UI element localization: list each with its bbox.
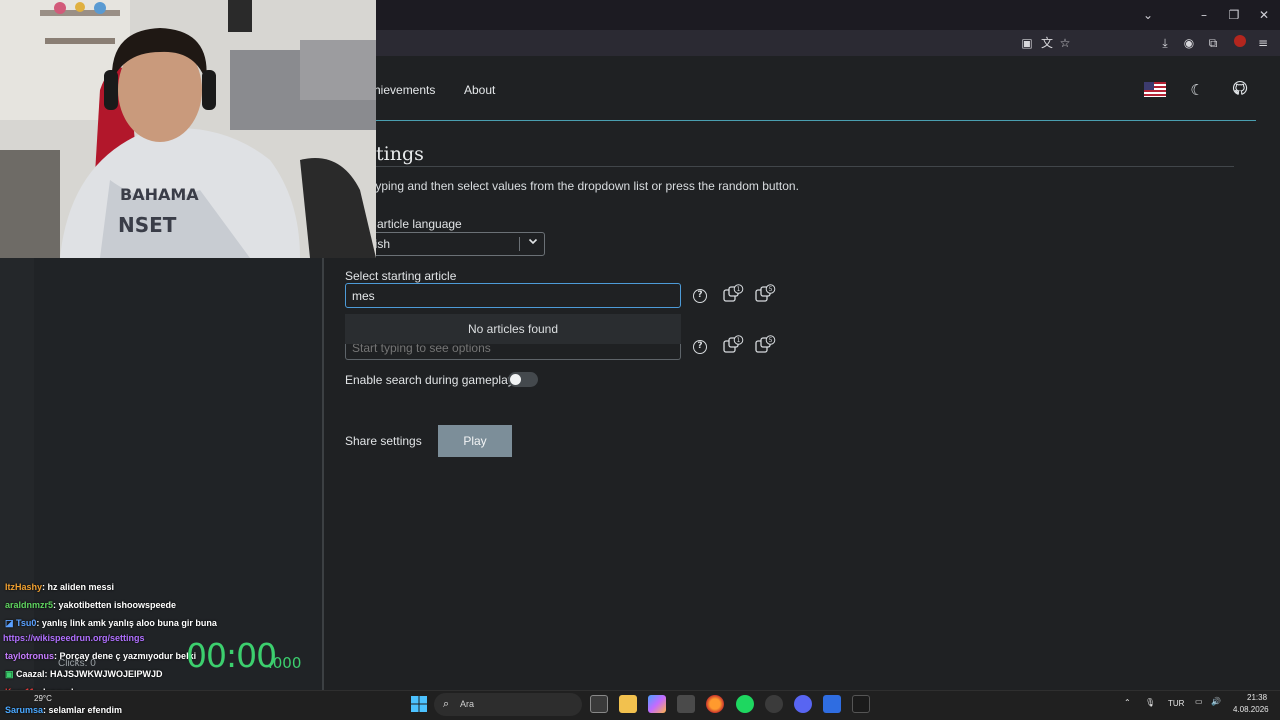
clock-date[interactable]: 4.08.2026 xyxy=(1233,705,1269,714)
help-icon[interactable]: ? xyxy=(693,340,707,354)
webcam-overlay: BAHAMA NSET xyxy=(0,0,376,258)
chat-username: Caazal xyxy=(16,669,45,679)
reader-mode-icon[interactable]: ▣ xyxy=(1018,34,1036,52)
tray-overflow-icon[interactable]: ⌃ xyxy=(1124,698,1131,707)
play-button[interactable]: Play xyxy=(438,425,512,457)
page-title: tings xyxy=(376,143,424,165)
discord-icon[interactable] xyxy=(794,695,812,713)
search-icon: ⌕ xyxy=(443,698,450,710)
dice-count: 1 xyxy=(737,286,741,293)
flag-us-icon[interactable] xyxy=(1144,82,1166,97)
chat-username: Sarumsa xyxy=(5,705,44,715)
chat-text: : yanlış link amk yanlış aloo buna gir b… xyxy=(36,618,217,628)
select-separator xyxy=(519,237,520,251)
chat-message: ItzHashy: hz aliden messi xyxy=(5,582,114,592)
no-results-message: No articles found xyxy=(467,322,559,336)
settings-description: typing and then select values from the d… xyxy=(372,179,799,193)
weather-text: 29°C xyxy=(34,694,52,703)
help-icon[interactable]: ? xyxy=(693,289,707,303)
chat-message: https://wikispeedrun.org/settings xyxy=(3,633,145,643)
mod-badge-icon: ▣ xyxy=(5,669,17,679)
speedrun-timer-ms: .000 xyxy=(268,654,302,672)
account-icon[interactable]: ◉ xyxy=(1180,34,1198,52)
menu-icon[interactable]: ≡ xyxy=(1254,34,1272,52)
language-label: article language xyxy=(377,217,462,231)
chat-username: taylotronus xyxy=(5,651,55,661)
toggle-knob xyxy=(510,374,521,385)
moon-icon[interactable]: ☾ xyxy=(1187,80,1207,100)
chat-message: taylotronus: Porçay dene ç yazmıyodur be… xyxy=(5,651,196,661)
dice-count: 5 xyxy=(769,286,773,293)
chat-text: : HAJSJWKWJWOJEIPWJD xyxy=(44,669,163,679)
downloads-icon[interactable]: ⤓ xyxy=(1156,34,1174,52)
translate-icon[interactable]: 文 xyxy=(1038,34,1056,52)
chat-text: : Porçay dene ç yazmıyodur belki xyxy=(54,651,197,661)
obs-icon[interactable] xyxy=(852,695,870,713)
firefox-icon[interactable] xyxy=(706,695,724,713)
minimize-button[interactable]: – xyxy=(1194,6,1214,24)
spotify-icon[interactable] xyxy=(736,695,754,713)
extensions-icon[interactable]: ⧉ xyxy=(1204,34,1222,52)
random-dice-5-icon[interactable]: 5 xyxy=(754,283,776,305)
file-explorer-icon[interactable] xyxy=(619,695,637,713)
chat-username: Tsu0 xyxy=(16,618,37,628)
close-button[interactable]: ✕ xyxy=(1254,6,1274,24)
svg-text:NSET: NSET xyxy=(118,213,177,237)
ublock-extension-icon[interactable] xyxy=(1234,35,1246,47)
volume-icon[interactable]: 🔊 xyxy=(1211,697,1221,706)
chat-text: : yakotibetten ishoowspeede xyxy=(53,600,177,610)
chat-message: ◪ Tsu0: yanlış link amk yanlış aloo buna… xyxy=(5,618,217,629)
task-view-icon[interactable] xyxy=(590,695,608,713)
windows-start-icon[interactable] xyxy=(410,695,428,713)
svg-text:BAHAMA: BAHAMA xyxy=(120,185,199,204)
start-article-input[interactable] xyxy=(345,283,681,308)
nav-about[interactable]: About xyxy=(464,83,495,97)
share-settings-button[interactable]: Share settings xyxy=(345,434,422,448)
maximize-button[interactable]: ❐ xyxy=(1224,6,1244,24)
random-dice-5-icon[interactable]: 5 xyxy=(754,334,776,356)
speedrun-timer: 00:00 xyxy=(186,636,277,675)
clock-time[interactable]: 21:38 xyxy=(1247,693,1267,702)
random-dice-1-icon[interactable]: 1 xyxy=(722,283,744,305)
sidebar-divider xyxy=(322,258,324,690)
list-tabs-icon[interactable]: ⌄ xyxy=(1138,6,1158,24)
chat-username: ItzHashy xyxy=(5,582,43,592)
app-icon[interactable] xyxy=(823,695,841,713)
title-divider xyxy=(376,166,1234,167)
network-icon[interactable]: ▭ xyxy=(1195,697,1203,706)
bookmark-star-icon[interactable]: ☆ xyxy=(1056,34,1074,52)
nav-achievements[interactable]: hievements xyxy=(374,83,435,97)
copilot-icon[interactable] xyxy=(648,695,666,713)
github-icon[interactable] xyxy=(1230,80,1250,100)
chat-text: : hz aliden messi xyxy=(42,582,115,592)
chat-link[interactable]: https://wikispeedrun.org/settings xyxy=(3,633,145,643)
chevron-down-icon[interactable] xyxy=(525,236,541,252)
header-divider xyxy=(376,120,1256,121)
microphone-icon[interactable]: 🎙 xyxy=(1145,698,1155,707)
search-placeholder: Ara xyxy=(460,699,475,709)
steam-icon[interactable] xyxy=(765,695,783,713)
taskbar xyxy=(0,690,1280,720)
dice-count: 1 xyxy=(737,337,741,344)
chat-message: Sarumsa: selamlar efendim xyxy=(5,705,122,715)
search-toggle-label: Enable search during gameplay xyxy=(345,373,514,387)
start-article-label: Select starting article xyxy=(345,269,457,283)
taskbar-search[interactable] xyxy=(434,693,582,716)
dice-count: 5 xyxy=(769,337,773,344)
keyboard-language[interactable]: TUR xyxy=(1168,699,1184,708)
chat-text: : selamlar efendim xyxy=(43,705,123,715)
chat-message: ▣ Caazal: HAJSJWKWJWOJEIPWJD xyxy=(5,669,163,680)
webcam-feed: BAHAMA NSET xyxy=(0,0,376,258)
store-icon[interactable] xyxy=(677,695,695,713)
chat-username: araldnmzr5 xyxy=(5,600,54,610)
chat-message: araldnmzr5: yakotibetten ishoowspeede xyxy=(5,600,176,610)
random-dice-1-icon[interactable]: 1 xyxy=(722,334,744,356)
vip-badge-icon: ◪ xyxy=(5,618,17,628)
